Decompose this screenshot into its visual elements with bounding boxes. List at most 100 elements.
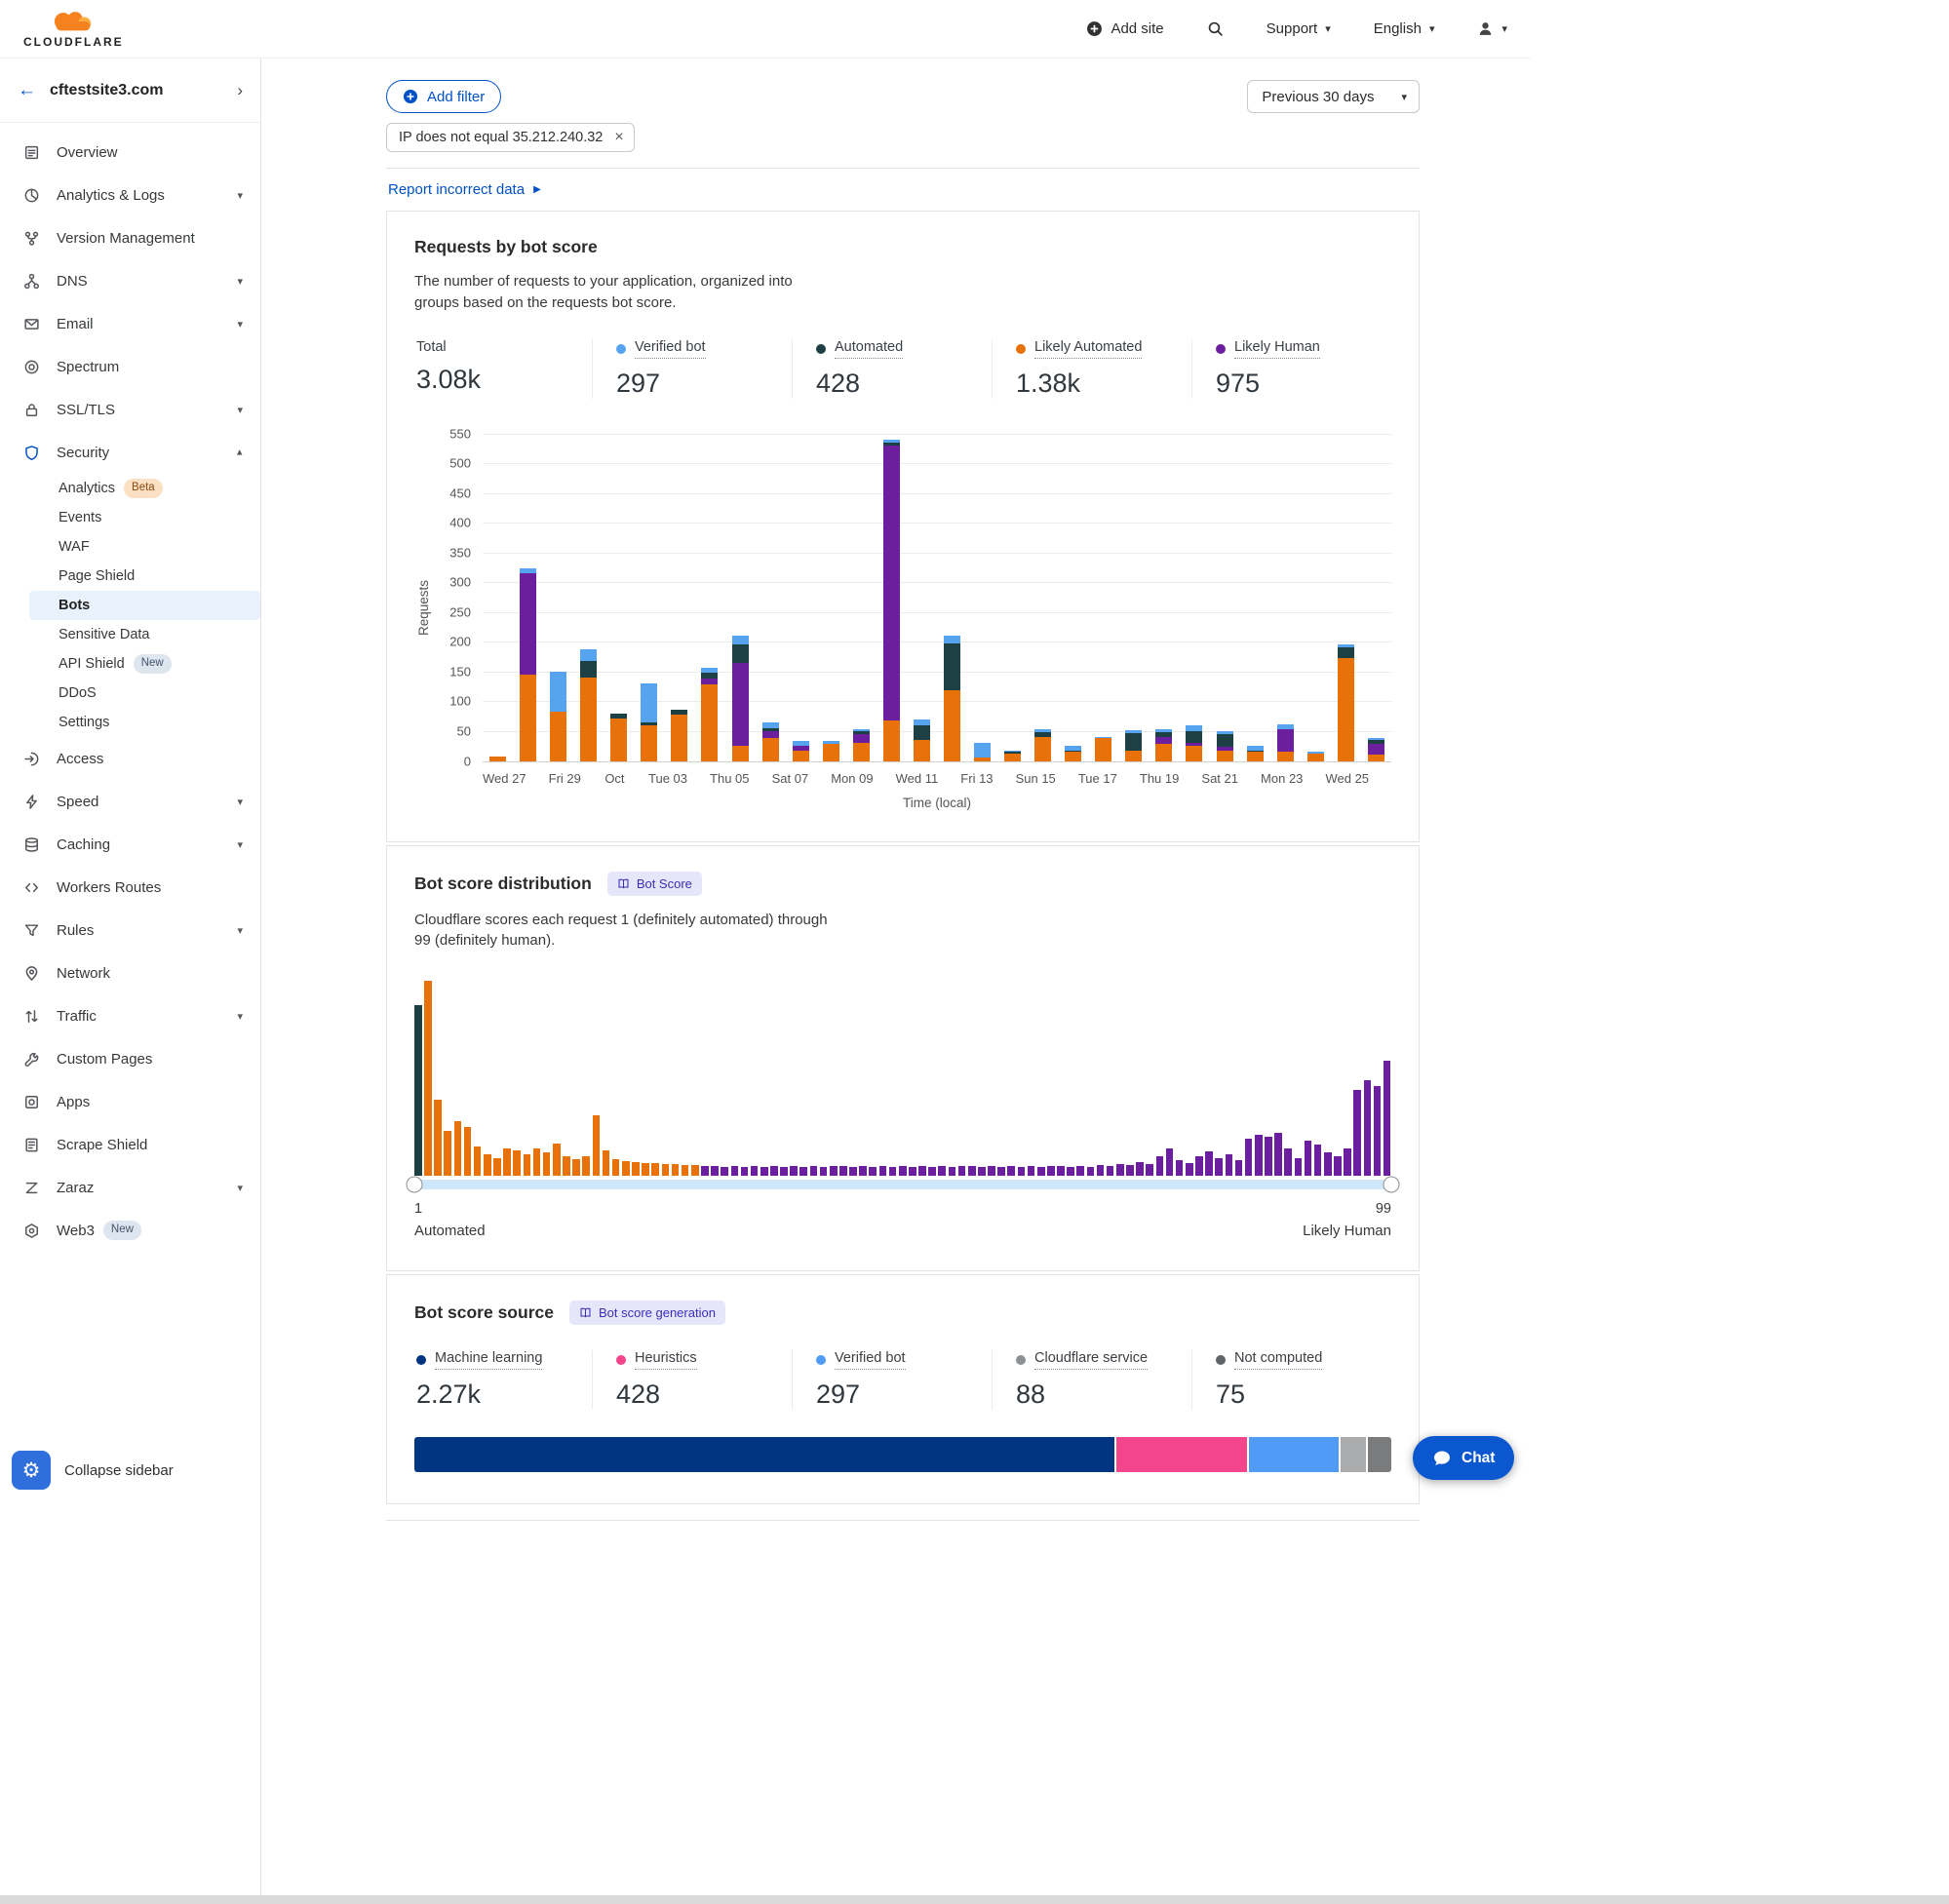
bar-segment-likely-human[interactable] — [853, 734, 870, 743]
hist-bar-55[interactable] — [949, 1167, 956, 1176]
hist-bar-19[interactable] — [593, 1115, 601, 1176]
stat-label[interactable]: Not computed — [1234, 1350, 1322, 1370]
collapse-sidebar[interactable]: ⚙ Collapse sidebar — [12, 1451, 174, 1490]
bar-segment-likely-automated[interactable] — [701, 684, 718, 760]
source-segment-cloudflare-service[interactable] — [1341, 1437, 1368, 1472]
bot-score-generation-badge[interactable]: Bot score generation — [569, 1301, 725, 1325]
hist-bar-91[interactable] — [1305, 1141, 1312, 1176]
sidebar-item-access[interactable]: Access — [0, 737, 260, 780]
sidebar-item-overview[interactable]: Overview — [0, 131, 260, 174]
sidebar-item-spectrum[interactable]: Spectrum — [0, 345, 260, 388]
bar-segment-likely-automated[interactable] — [1307, 754, 1324, 760]
bar-segment-likely-automated[interactable] — [580, 678, 597, 761]
sidebar-item-custom-pages[interactable]: Custom Pages — [0, 1037, 260, 1080]
bar-segment-likely-automated[interactable] — [1368, 755, 1384, 760]
sidebar-item-traffic[interactable]: Traffic▾ — [0, 994, 260, 1037]
hist-bar-92[interactable] — [1314, 1145, 1322, 1176]
hist-bar-62[interactable] — [1018, 1167, 1026, 1176]
sidebar-item-network[interactable]: Network — [0, 952, 260, 994]
hist-bar-50[interactable] — [899, 1166, 907, 1176]
hist-bar-15[interactable] — [553, 1144, 561, 1176]
sidebar-item-events[interactable]: Events — [0, 503, 260, 532]
hist-bar-20[interactable] — [603, 1150, 610, 1176]
hist-bar-44[interactable] — [839, 1166, 847, 1176]
date-range-select[interactable]: Previous 30 days ▾ — [1247, 80, 1420, 113]
slider-handle-min[interactable] — [407, 1177, 423, 1193]
hist-bar-59[interactable] — [988, 1166, 995, 1176]
sidebar-item-speed[interactable]: Speed▾ — [0, 780, 260, 823]
bar-segment-likely-automated[interactable] — [853, 743, 870, 760]
hist-bar-13[interactable] — [533, 1148, 541, 1176]
hist-bar-51[interactable] — [909, 1167, 916, 1176]
quick-actions-button[interactable]: ⚙ — [12, 1451, 51, 1490]
bar-segment-verified-bot[interactable] — [550, 672, 566, 713]
hist-bar-72[interactable] — [1116, 1164, 1124, 1176]
bar-segment-likely-automated[interactable] — [883, 720, 900, 761]
source-segment-verified-bot[interactable] — [1249, 1437, 1341, 1472]
hist-bar-12[interactable] — [524, 1154, 531, 1176]
hist-bar-64[interactable] — [1037, 1167, 1045, 1176]
hist-bar-37[interactable] — [770, 1166, 778, 1176]
bar-segment-likely-automated[interactable] — [671, 715, 687, 761]
hist-bar-46[interactable] — [859, 1166, 867, 1176]
source-segment-heuristics[interactable] — [1116, 1437, 1249, 1472]
hist-bar-11[interactable] — [513, 1150, 521, 1176]
hist-bar-14[interactable] — [543, 1152, 551, 1176]
search-button[interactable] — [1207, 20, 1224, 37]
sidebar-item-analytics-logs[interactable]: Analytics & Logs▾ — [0, 174, 260, 216]
hist-bar-16[interactable] — [563, 1156, 570, 1176]
hist-bar-54[interactable] — [938, 1166, 946, 1176]
sidebar-item-api-shield[interactable]: API ShieldNew — [0, 649, 260, 679]
hist-bar-31[interactable] — [711, 1166, 719, 1176]
stat-label[interactable]: Automated — [835, 339, 903, 359]
hist-bar-88[interactable] — [1274, 1133, 1282, 1176]
bar-segment-automated[interactable] — [1338, 647, 1354, 658]
bot-score-badge[interactable]: Bot Score — [607, 872, 702, 896]
bar-segment-likely-automated[interactable] — [550, 712, 566, 760]
sidebar-item-version-management[interactable]: Version Management — [0, 216, 260, 259]
slider-handle-max[interactable] — [1384, 1177, 1400, 1193]
score-range-slider[interactable] — [414, 1180, 1391, 1189]
hist-bar-79[interactable] — [1186, 1163, 1193, 1176]
hist-bar-56[interactable] — [958, 1166, 966, 1176]
bar-segment-likely-automated[interactable] — [732, 746, 749, 760]
hist-bar-10[interactable] — [503, 1148, 511, 1176]
bar-segment-likely-automated[interactable] — [1217, 751, 1233, 761]
sidebar-item-waf[interactable]: WAF — [0, 532, 260, 562]
hist-bar-65[interactable] — [1047, 1166, 1055, 1176]
bar-segment-verified-bot[interactable] — [974, 743, 991, 758]
hist-bar-18[interactable] — [582, 1156, 590, 1176]
stat-label[interactable]: Verified bot — [635, 339, 706, 359]
hist-bar-94[interactable] — [1334, 1156, 1342, 1176]
chat-button[interactable]: Chat — [1413, 1436, 1514, 1480]
hist-bar-6[interactable] — [464, 1127, 472, 1176]
sidebar-item-ddos[interactable]: DDoS — [0, 679, 260, 708]
hist-bar-98[interactable] — [1374, 1086, 1382, 1176]
site-switcher-chevron-icon[interactable]: › — [237, 81, 243, 100]
hist-bar-7[interactable] — [474, 1146, 482, 1176]
sidebar-item-page-shield[interactable]: Page Shield — [0, 562, 260, 591]
bar-segment-likely-automated[interactable] — [914, 740, 930, 760]
hist-bar-63[interactable] — [1028, 1166, 1035, 1176]
bar-segment-likely-automated[interactable] — [489, 757, 506, 761]
hist-bar-5[interactable] — [454, 1121, 462, 1176]
sidebar-item-dns[interactable]: DNS▾ — [0, 259, 260, 302]
hist-bar-40[interactable] — [799, 1167, 807, 1176]
sidebar-item-scrape-shield[interactable]: Scrape Shield — [0, 1123, 260, 1166]
hist-bar-84[interactable] — [1235, 1160, 1243, 1176]
hist-bar-96[interactable] — [1353, 1090, 1361, 1176]
bar-segment-likely-automated[interactable] — [1277, 752, 1294, 760]
hist-bar-85[interactable] — [1245, 1139, 1253, 1176]
hist-bar-39[interactable] — [790, 1166, 798, 1176]
bar-segment-verified-bot[interactable] — [944, 636, 960, 642]
hist-bar-24[interactable] — [642, 1163, 649, 1176]
bar-segment-likely-automated[interactable] — [1247, 752, 1264, 760]
hist-bar-53[interactable] — [928, 1167, 936, 1176]
hist-bar-3[interactable] — [434, 1100, 442, 1176]
back-arrow-icon[interactable]: ← — [18, 80, 36, 101]
hist-bar-17[interactable] — [572, 1159, 580, 1176]
bar-segment-likely-human[interactable] — [1155, 737, 1172, 744]
sidebar-item-caching[interactable]: Caching▾ — [0, 823, 260, 866]
bar-segment-likely-human[interactable] — [883, 446, 900, 720]
hist-bar-71[interactable] — [1107, 1166, 1114, 1176]
